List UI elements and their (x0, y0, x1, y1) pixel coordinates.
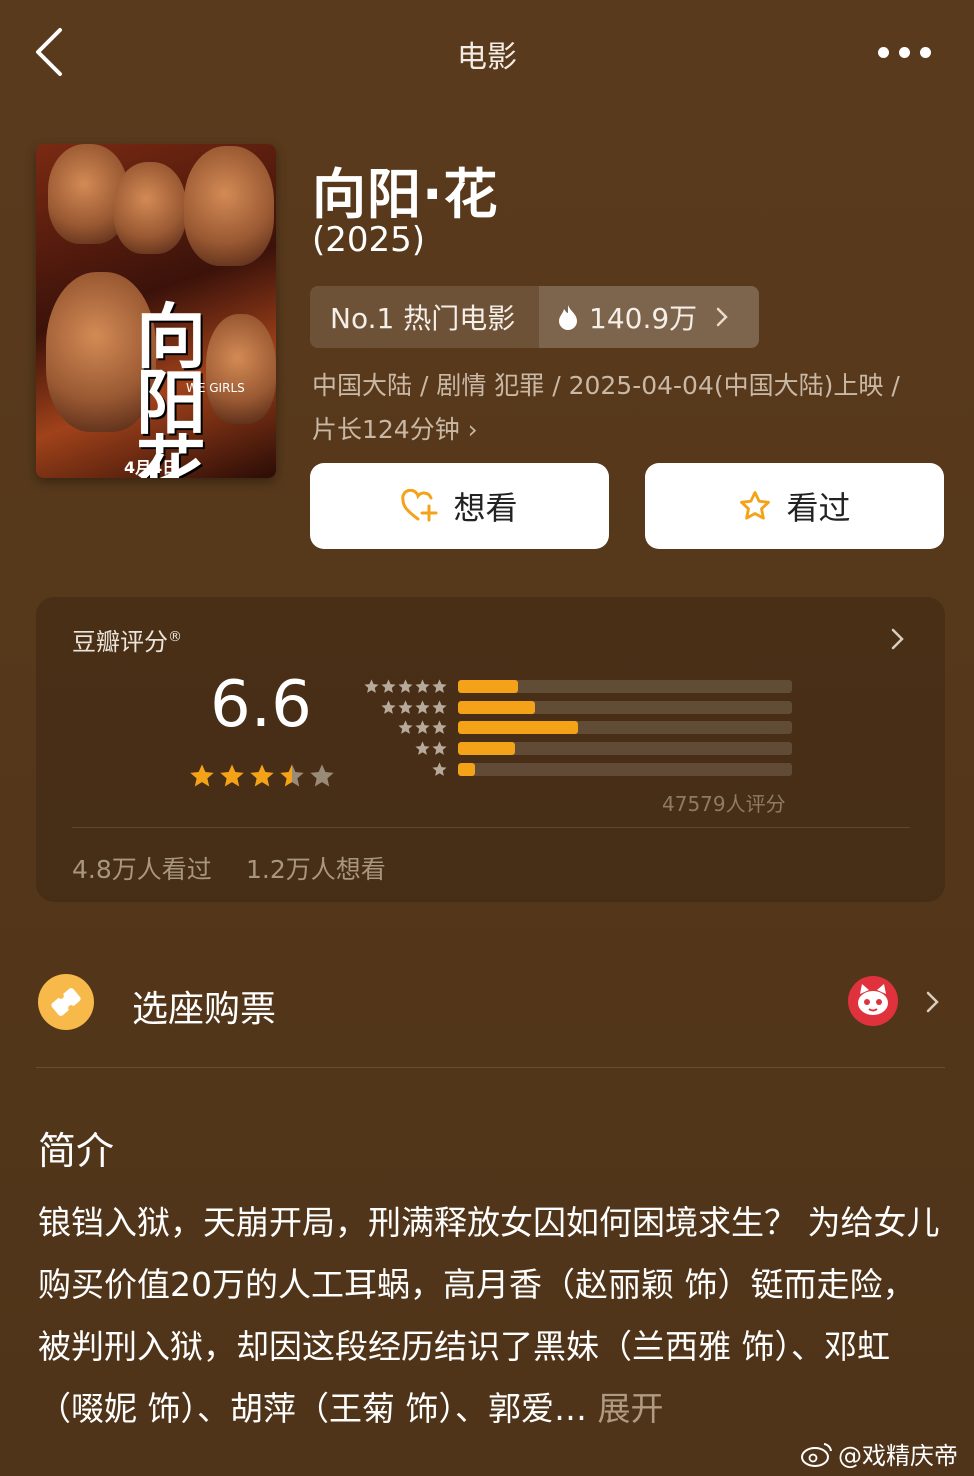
star-icon (190, 764, 214, 787)
small-star-icon (364, 679, 379, 693)
rating-bar-row (360, 676, 792, 697)
chevron-right-icon (716, 307, 728, 327)
small-star-icon (415, 700, 430, 714)
movie-meta: 中国大陆 / 剧情 犯罪 / 2025-04-04(中国大陆)上映 / (312, 371, 900, 400)
movie-year: (2025) (312, 220, 426, 260)
heart-plus-icon (401, 489, 438, 522)
more-dot-icon (919, 46, 931, 58)
movie-duration[interactable]: 片长124分钟 › (312, 410, 478, 446)
rank-label: No.1 热门电影 (310, 286, 539, 348)
star-icon (220, 764, 244, 787)
want-label: 想看 (453, 489, 518, 527)
bar-fill (458, 721, 579, 735)
bar-fill (458, 700, 535, 714)
small-star-icon (415, 720, 430, 735)
more-dot-icon (898, 46, 910, 58)
bar-track (458, 679, 792, 693)
watermark: @戏精庆帝 (800, 1436, 958, 1471)
rank-badge[interactable]: No.1 热门电影 140.9万 (310, 286, 759, 348)
more-options-button[interactable] (872, 40, 936, 64)
rating-bar-row (360, 738, 792, 759)
small-star-icon (381, 700, 396, 714)
bar-track (458, 763, 792, 777)
rating-stars (188, 762, 336, 790)
star-icon (310, 764, 334, 787)
small-star-icon (432, 700, 447, 714)
small-star-icon (398, 720, 413, 735)
movie-poster[interactable]: 向阳花 WE GIRLS 4月4日 (36, 144, 276, 478)
poster-en-title: WE GIRLS (186, 381, 245, 395)
bar-fill (458, 763, 475, 777)
bar-stars (360, 678, 448, 695)
divider (36, 1067, 945, 1068)
movie-title: 向阳·花 (312, 163, 499, 226)
poster-date: 4月4日 (124, 458, 179, 477)
want-to-watch-button[interactable]: 想看 (310, 463, 609, 549)
rating-distribution (360, 676, 792, 780)
chevron-right-icon (891, 628, 904, 650)
small-star-icon (398, 679, 413, 693)
small-star-icon (415, 679, 430, 693)
bar-stars (360, 719, 448, 736)
star-outline-icon (740, 491, 771, 520)
flame-icon (559, 305, 577, 330)
watched-label: 看过 (786, 489, 851, 527)
rating-score: 6.6 (210, 668, 312, 742)
watched-button[interactable]: 看过 (645, 463, 944, 549)
chevron-right-icon (926, 991, 939, 1013)
small-star-icon (432, 762, 447, 776)
rating-bar-row (360, 697, 792, 718)
bar-track (458, 742, 792, 756)
bar-fill (458, 679, 519, 693)
small-star-icon (381, 679, 396, 693)
heat-indicator[interactable]: 140.9万 (539, 286, 759, 348)
synopsis-text: 锒铛入狱，天崩开局，刑满释放女囚如何困境求生？ 为给女儿购买价值20万的人工耳蜗… (38, 1203, 940, 1428)
bar-stars (360, 740, 448, 757)
rating-detail-button[interactable] (886, 624, 910, 654)
more-dot-icon (877, 46, 889, 58)
bar-stars (360, 699, 448, 716)
bar-track (458, 700, 792, 714)
rating-label: 豆瓣评分® (72, 628, 182, 656)
ticket-glyph-icon (51, 988, 81, 1016)
small-star-icon (432, 720, 447, 735)
weibo-icon (801, 1442, 832, 1467)
heat-value: 140.9万 (589, 302, 698, 335)
divider (72, 827, 910, 828)
ticket-icon[interactable] (38, 974, 94, 1030)
small-star-icon (432, 679, 447, 693)
star-icon (250, 764, 274, 787)
watched-count[interactable]: 4.8万人看过 (72, 850, 212, 886)
expand-link[interactable]: 展开 (597, 1389, 663, 1428)
bar-track (458, 721, 792, 735)
bar-fill (458, 742, 515, 756)
rating-count: 47579人评分 (662, 792, 786, 816)
synopsis-title: 简介 (38, 1129, 115, 1173)
rating-bar-row (360, 718, 792, 739)
small-star-icon (398, 700, 413, 714)
star-icon (280, 764, 304, 787)
buy-ticket-label[interactable]: 选座购票 (132, 980, 276, 1032)
rating-bar-row (360, 759, 792, 780)
want-count[interactable]: 1.2万人想看 (246, 850, 386, 886)
page-title: 电影 (457, 40, 517, 75)
bar-stars (360, 761, 448, 778)
small-star-icon (415, 741, 430, 756)
buy-ticket-button[interactable] (922, 988, 944, 1016)
maoyan-logo-icon (848, 976, 898, 1026)
small-star-icon (432, 741, 447, 756)
